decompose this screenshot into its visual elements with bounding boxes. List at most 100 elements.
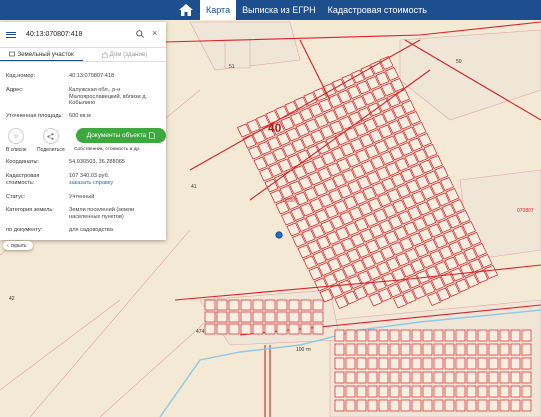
parcel[interactable] [455,399,466,412]
nav-item-egrn[interactable]: Выписка из ЕГРН [236,0,322,20]
home-button[interactable] [172,0,200,20]
parcel[interactable] [400,385,411,398]
parcel[interactable] [356,371,367,384]
parcel[interactable] [466,371,477,384]
parcel[interactable] [455,357,466,370]
parcel[interactable] [510,357,521,370]
parcel[interactable] [444,343,455,356]
parcel[interactable] [334,371,345,384]
parcel[interactable] [400,343,411,356]
parcel[interactable] [433,357,444,370]
parcel[interactable] [240,311,252,323]
parcel[interactable] [345,371,356,384]
parcel[interactable] [521,343,532,356]
parcel[interactable] [334,399,345,412]
parcel[interactable] [356,343,367,356]
parcel[interactable] [433,329,444,342]
parcel[interactable] [345,343,356,356]
parcel[interactable] [356,385,367,398]
parcel[interactable] [312,323,324,335]
hide-panel-button[interactable]: ‹ скрыть [3,241,33,250]
parcel[interactable] [455,343,466,356]
parcel[interactable] [367,357,378,370]
parcel[interactable] [367,399,378,412]
parcel[interactable] [240,323,252,335]
parcel[interactable] [204,299,216,311]
parcel[interactable] [378,357,389,370]
parcel[interactable] [411,357,422,370]
parcel[interactable] [312,299,324,311]
parcel[interactable] [356,357,367,370]
parcel[interactable] [433,343,444,356]
parcel[interactable] [510,343,521,356]
parcel[interactable] [216,299,228,311]
tab-building[interactable]: Дом (здание) [83,48,166,61]
parcel[interactable] [422,385,433,398]
parcel[interactable] [300,311,312,323]
parcel[interactable] [444,371,455,384]
parcel[interactable] [252,299,264,311]
parcel[interactable] [477,343,488,356]
parcel[interactable] [422,357,433,370]
parcel[interactable] [334,385,345,398]
cad-number-value[interactable]: 40:13:070807:418 [69,73,162,80]
parcel[interactable] [204,323,216,335]
parcel[interactable] [345,399,356,412]
parcel[interactable] [252,311,264,323]
parcel[interactable] [276,299,288,311]
nav-item-map[interactable]: Карта [200,0,237,20]
parcel[interactable] [499,385,510,398]
parcel[interactable] [389,329,400,342]
parcel[interactable] [389,343,400,356]
parcel[interactable] [510,399,521,412]
parcel[interactable] [356,329,367,342]
parcel[interactable] [411,371,422,384]
parcel[interactable] [488,329,499,342]
parcel[interactable] [466,357,477,370]
nav-item-cadastral-cost[interactable]: Кадастровая стоимость [322,0,433,20]
parcel[interactable] [499,357,510,370]
parcel[interactable] [389,385,400,398]
parcel[interactable] [444,329,455,342]
parcel[interactable] [378,329,389,342]
parcel[interactable] [240,299,252,311]
parcel[interactable] [477,371,488,384]
parcel[interactable] [444,385,455,398]
parcel[interactable] [499,329,510,342]
tab-land-plot[interactable]: Земельный участок [0,48,83,61]
parcel[interactable] [433,371,444,384]
parcel[interactable] [312,311,324,323]
parcel[interactable] [466,385,477,398]
parcel[interactable] [521,399,532,412]
parcel[interactable] [228,299,240,311]
parcel[interactable] [466,399,477,412]
parcel[interactable] [521,329,532,342]
parcel[interactable] [252,323,264,335]
parcel[interactable] [378,343,389,356]
parcel[interactable] [300,323,312,335]
parcel[interactable] [510,385,521,398]
parcel[interactable] [276,323,288,335]
share-button[interactable]: Поделиться [37,128,65,153]
parcel[interactable] [228,323,240,335]
parcel[interactable] [444,399,455,412]
parcel[interactable] [400,357,411,370]
parcel[interactable] [499,343,510,356]
parcel[interactable] [499,399,510,412]
parcel[interactable] [400,371,411,384]
parcel[interactable] [216,323,228,335]
parcel[interactable] [264,311,276,323]
parcel[interactable] [367,343,378,356]
parcel[interactable] [345,329,356,342]
parcel[interactable] [433,385,444,398]
parcel[interactable] [477,399,488,412]
parcel[interactable] [400,329,411,342]
parcel[interactable] [411,329,422,342]
parcel[interactable] [422,399,433,412]
parcel[interactable] [378,399,389,412]
parcel[interactable] [455,329,466,342]
parcel[interactable] [411,385,422,398]
parcel[interactable] [288,299,300,311]
parcel[interactable] [204,311,216,323]
parcel[interactable] [488,385,499,398]
